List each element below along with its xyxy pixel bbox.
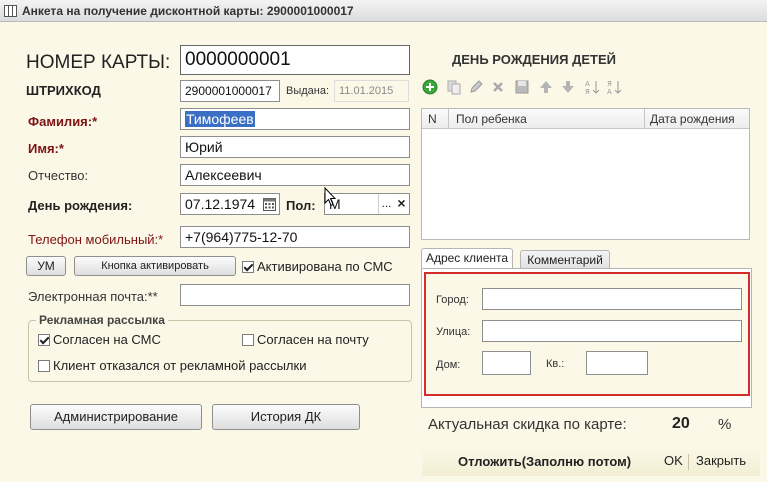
street-field[interactable] [482,320,742,342]
birthday-value: 07.12.1974 [185,196,256,212]
street-label: Улица: [436,326,471,338]
postpone-button[interactable]: Отложить(Заполню потом) [458,454,631,469]
copy-icon[interactable] [446,79,462,95]
mouse-cursor-icon [324,187,336,207]
house-label: Дом: [436,359,461,371]
card-number-field[interactable]: 0000000001 [180,45,410,75]
barcode-label: ШТРИХКОД [26,83,101,98]
consent-sms-option[interactable]: Согласен на СМС [38,332,161,347]
sms-activated-label: Активирована по СМС [257,259,393,274]
city-label: Город: [436,294,469,306]
form-body: НОМЕР КАРТЫ: 0000000001 ШТРИХКОД 2900001… [2,23,765,479]
consent-mail-checkbox[interactable] [242,334,254,346]
close-button[interactable]: Закрыть [696,453,746,468]
barcode-field[interactable]: 2900001000017 [180,80,280,102]
sms-activated-option[interactable]: Активирована по СМС [242,259,393,274]
um-button[interactable]: УМ [26,256,66,276]
consent-sms-label: Согласен на СМС [53,332,161,347]
patronymic-field[interactable]: Алексеевич [180,164,410,186]
ok-button[interactable]: OK [664,453,683,468]
city-field[interactable] [482,288,742,310]
children-table[interactable]: N Пол ребенка Дата рождения [421,108,750,240]
form-grid-icon [4,5,17,17]
save-icon[interactable] [514,79,530,95]
consent-sms-checkbox[interactable] [38,334,50,346]
move-up-icon[interactable] [538,79,554,95]
move-down-icon[interactable] [560,79,576,95]
column-header-gender[interactable]: Пол ребенка [456,112,527,126]
column-header-birthdate[interactable]: Дата рождения [650,112,735,126]
delete-icon[interactable] [490,79,506,95]
children-toolbar: AЯ ЯA [422,79,632,97]
sort-asc-icon[interactable]: AЯ [584,79,600,95]
card-history-button[interactable]: История ДК [212,404,360,430]
refused-option[interactable]: Клиент отказался от рекламной рассылки [38,358,306,373]
svg-text:Я: Я [585,88,590,95]
column-header-n[interactable]: N [428,112,437,126]
refused-label: Клиент отказался от рекламной рассылки [53,358,307,373]
gender-clear-button[interactable]: × [394,194,409,214]
phone-label: Телефон мобильный:* [28,232,164,247]
svg-text:A: A [607,88,612,95]
email-label: Электронная почта:** [28,289,158,304]
children-table-header: N Пол ребенка Дата рождения [422,109,749,129]
gender-select-button[interactable]: ... [378,194,394,214]
tab-comment[interactable]: Комментарий [520,250,610,268]
consent-mail-label: Согласен на почту [257,332,369,347]
svg-text:A: A [585,80,590,88]
refused-checkbox[interactable] [38,360,50,372]
issued-label: Выдана: [286,85,330,97]
apartment-field[interactable] [586,351,648,375]
card-number-label: НОМЕР КАРТЫ: [26,52,171,73]
last-name-label: Фамилия:* [28,114,98,129]
first-name-field[interactable]: Юрий [180,136,410,158]
add-icon[interactable] [422,79,438,95]
children-title: ДЕНЬ РОЖДЕНИЯ ДЕТЕЙ [452,52,616,67]
advertising-group-title: Рекламная рассылка [36,313,168,327]
gender-label: Пол: [286,198,316,213]
activate-button[interactable]: Кнопка активировать [74,256,236,276]
phone-field[interactable]: +7(964)775-12-70 [180,226,410,248]
discount-unit: % [718,416,732,433]
sort-desc-icon[interactable]: ЯA [606,79,622,95]
calendar-icon[interactable] [263,197,276,211]
edit-icon[interactable] [468,79,484,95]
last-name-value: Тимофеев [185,111,255,127]
window-title: Анкета на получение дисконтной карты: 29… [22,4,354,18]
discount-value: 20 [672,415,690,432]
window-titlebar: Анкета на получение дисконтной карты: 29… [0,0,767,22]
administration-button[interactable]: Администрирование [30,404,202,430]
birthday-label: День рождения: [28,198,133,213]
last-name-field[interactable]: Тимофеев [180,108,410,130]
discount-label: Актуальная скидка по карте: [428,416,627,433]
tab-client-address[interactable]: Адрес клиента [421,248,513,269]
sms-activated-checkbox[interactable] [242,261,254,273]
svg-text:Я: Я [607,80,612,88]
footer-divider [688,454,689,470]
issued-date-field: 11.01.2015 [334,80,409,102]
consent-mail-option[interactable]: Согласен на почту [242,332,369,347]
patronymic-label: Отчество: [28,168,89,183]
email-field[interactable] [180,284,410,306]
first-name-label: Имя:* [28,141,64,156]
apartment-label: Кв.: [546,358,565,370]
house-field[interactable] [482,351,531,375]
